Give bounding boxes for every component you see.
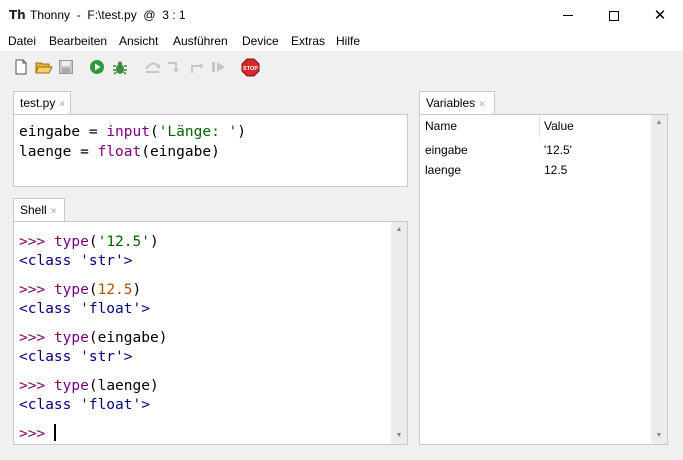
editor-line: laenge = float(eingabe) [19,140,220,164]
open-folder-icon[interactable] [35,59,53,77]
code-identifier: eingabe [97,330,159,346]
close-tab-icon[interactable]: × [51,206,57,217]
shell-prompt: >>> [19,234,46,250]
close-tab-icon[interactable]: × [59,99,65,110]
variables-header: Name Value [420,115,651,137]
code-builtin: type [53,330,89,346]
close-icon: ✕ [653,6,667,24]
code-builtin: float [97,144,142,160]
menu-bearbeiten[interactable]: Bearbeiten [49,34,107,48]
code-text: ) [158,330,168,346]
variable-name: eingabe [425,143,468,157]
shell-pane[interactable]: >>> type('12.5') <class 'str'> >>> type(… [13,221,408,445]
code-number: 12.5 [97,282,133,298]
scroll-up-icon[interactable]: ▲ [391,222,407,238]
resume-icon[interactable] [210,59,228,77]
variables-scrollbar[interactable]: ▲ ▼ [651,115,667,444]
code-text: ( [149,124,159,140]
minimize-icon [563,15,573,16]
shell-output-line: <class 'str'> [19,349,133,365]
column-header-name[interactable]: Name [425,119,457,133]
maximize-icon [609,10,619,21]
menu-extras[interactable]: Extras [291,34,325,48]
code-text: ( [88,234,98,250]
code-builtin: type [53,282,89,298]
tab-variables[interactable]: Variables × [419,91,495,114]
code-text: ( [88,330,98,346]
tab-label: test.py [20,96,56,110]
tab-test-py[interactable]: test.py × [13,91,71,114]
code-text: ) [149,378,159,394]
shell-prompt: >>> [19,378,46,394]
menu-device[interactable]: Device [242,34,279,48]
variable-value: '12.5' [544,143,572,157]
code-builtin: type [53,234,89,250]
variable-name: laenge [425,163,462,177]
code-text: ) [237,124,247,140]
shell-scrollbar[interactable]: ▲ ▼ [391,222,407,444]
variables-pane: Name Value eingabe '12.5' laenge 12.5 ▲ … [419,114,668,445]
tab-label: Variables [426,96,476,110]
code-text: ( [88,378,98,394]
editor-pane[interactable]: eingabe = input('Länge: ') laenge = floa… [13,114,408,187]
thonny-window: Th Thonny - F:\test.py @ 3 : 1 ✕ Datei B… [0,0,683,460]
menu-hilfe[interactable]: Hilfe [336,34,360,48]
run-icon[interactable] [89,59,107,77]
menu-ansicht[interactable]: Ansicht [119,34,158,48]
step-out-icon[interactable] [188,59,206,77]
stop-icon[interactable]: STOP [241,58,260,77]
menu-bar: Datei Bearbeiten Ansicht Ausführen Devic… [0,30,683,51]
code-string: 'Länge: ' [158,124,238,140]
scroll-down-icon[interactable]: ▼ [651,428,667,444]
scroll-up-icon[interactable]: ▲ [651,115,667,131]
thonny-logo-icon: Th [9,8,26,22]
close-window-button[interactable]: ✕ [637,0,683,30]
shell-prompt: >>> [19,282,46,298]
code-text: laenge = [19,144,98,160]
save-icon[interactable] [58,59,76,77]
tab-label: Shell [20,203,47,217]
shell-output-line: <class 'float'> [19,397,150,413]
maximize-button[interactable] [591,0,637,30]
shell-output-line: <class 'float'> [19,301,150,317]
shell-output-line: <class 'str'> [19,253,133,269]
title-bar[interactable]: Th Thonny - F:\test.py @ 3 : 1 ✕ [0,0,683,30]
close-tab-icon[interactable]: × [479,99,485,110]
debug-icon[interactable] [111,59,129,77]
shell-prompt: >>> [19,426,46,442]
minimize-button[interactable] [545,0,591,30]
scroll-down-icon[interactable]: ▼ [391,428,407,444]
code-builtin: input [106,124,150,140]
code-string: '12.5' [97,234,150,250]
column-divider[interactable] [539,115,540,137]
menu-ausfuehren[interactable]: Ausführen [173,34,228,48]
tab-shell[interactable]: Shell × [13,198,65,221]
variable-value: 12.5 [544,163,568,177]
code-text: ( [88,282,98,298]
code-text: eingabe = [19,124,107,140]
toolbar: STOP [0,51,683,85]
column-header-value[interactable]: Value [544,119,574,133]
text-cursor [53,424,56,441]
code-identifier: laenge [97,378,150,394]
stop-label: STOP [243,66,258,72]
shell-prompt: >>> [19,330,46,346]
code-text: ) [149,234,159,250]
code-text: (eingabe) [141,144,220,160]
code-builtin: type [53,378,89,394]
shell-current-prompt[interactable]: >>> [19,422,56,446]
step-over-icon[interactable] [144,59,162,77]
window-title: Thonny - F:\test.py @ 3 : 1 [30,8,186,22]
new-file-icon[interactable] [13,59,31,77]
step-into-icon[interactable] [166,59,184,77]
code-text: ) [132,282,142,298]
menu-datei[interactable]: Datei [8,34,36,48]
